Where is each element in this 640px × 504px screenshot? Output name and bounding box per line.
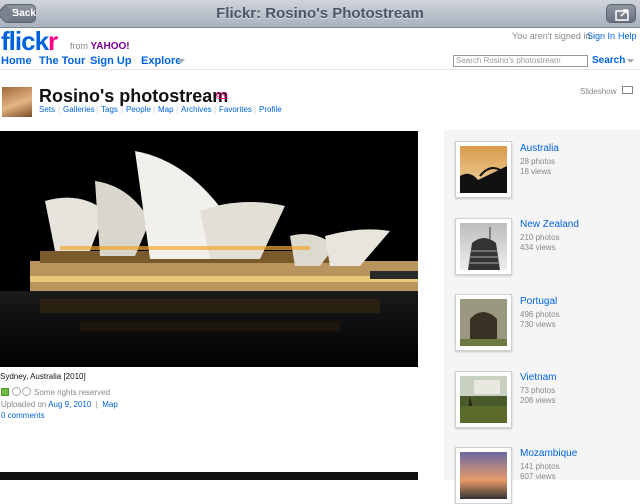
title-bar: Back Flickr: Rosino's Photostream [0,0,640,28]
slideshow-icon[interactable] [622,86,633,94]
nav-home[interactable]: Home [1,55,32,67]
avatar[interactable] [2,87,32,117]
photo-caption: Sydney, Australia [2010] [0,372,86,381]
cc-nc-icon[interactable] [22,387,31,396]
set-name-portugal[interactable]: Portugal [520,296,557,307]
set-name-vietnam[interactable]: Vietnam [520,372,557,383]
cc-by-icon[interactable] [12,387,21,396]
subnav-people[interactable]: People [126,105,151,114]
set-views-australia: 18 views [520,167,552,176]
set-views-vietnam: 208 views [520,396,556,405]
set-photos-portugal: 496 photos [520,310,560,319]
set-thumbnail-vietnam[interactable] [455,371,512,428]
set-name-new-zealand[interactable]: New Zealand [520,219,579,230]
subnav-separator: | [96,105,99,114]
subnav-tags[interactable]: Tags [101,105,118,114]
share-icon [615,9,629,21]
share-button[interactable] [606,4,636,23]
set-photos-australia: 28 photos [520,157,556,166]
set-thumbnail-australia[interactable] [455,141,512,198]
subnav-profile[interactable]: Profile [259,105,282,114]
set-name-mozambique[interactable]: Mozambique [520,448,577,459]
set-photos-mozambique: 141 photos [520,462,560,471]
chevron-down-icon[interactable] [178,59,185,64]
set-photos-new-zealand: 210 photos [520,233,560,242]
nav-signup[interactable]: Sign Up [90,55,132,67]
help-link[interactable]: Help [618,31,637,41]
set-thumbnail-portugal[interactable] [455,294,512,351]
comments-link[interactable]: 0 comments [1,411,45,420]
page-title: Rosino's photostream [39,86,229,106]
next-photo[interactable] [0,472,418,480]
set-name-australia[interactable]: Australia [520,143,559,154]
subnav-galleries[interactable]: Galleries [63,105,95,114]
upload-date-link[interactable]: Aug 9, 2010 [48,400,91,409]
license-text[interactable]: Some rights reserved [34,388,110,397]
set-views-portugal: 730 views [520,320,556,329]
map-link[interactable]: Map [102,400,118,409]
set-thumbnail-mozambique[interactable] [455,447,512,504]
subnav-separator: | [176,105,179,114]
subnav-separator: | [153,105,156,114]
header-divider [0,69,640,70]
yahoo-credit: from YAHOO! [70,41,130,52]
signed-out-text: You aren't signed in [512,31,591,41]
subnav-favorites[interactable]: Favorites [219,105,252,114]
nav-explore[interactable]: Explore [141,55,181,67]
subnav-sets[interactable]: Sets [39,105,55,114]
subnav-separator: | [214,105,217,114]
main-photo[interactable] [0,131,418,367]
subnav-separator: | [254,105,257,114]
pro-badge[interactable]: pro [216,90,228,99]
signin-link[interactable]: Sign In [587,31,615,41]
search-button[interactable]: Search [592,55,625,66]
nav-tour[interactable]: The Tour [39,55,85,67]
slideshow-link[interactable]: Slideshow [580,87,616,96]
set-thumbnail-new-zealand[interactable] [455,218,512,275]
flickr-logo[interactable]: flickr [1,26,58,57]
chevron-down-icon[interactable] [627,59,634,64]
set-photos-vietnam: 73 photos [520,386,556,395]
subnav-separator: | [58,105,61,114]
subnav-map[interactable]: Map [158,105,174,114]
license-icon[interactable] [1,388,9,396]
subnav-separator: | [121,105,124,114]
window-title: Flickr: Rosino's Photostream [216,5,424,22]
set-views-new-zealand: 434 views [520,243,556,252]
subnav-archives[interactable]: Archives [181,105,212,114]
upload-info: Uploaded on Aug 9, 2010 | Map [1,400,118,409]
search-input[interactable]: Search Rosino's photostream [453,55,588,67]
